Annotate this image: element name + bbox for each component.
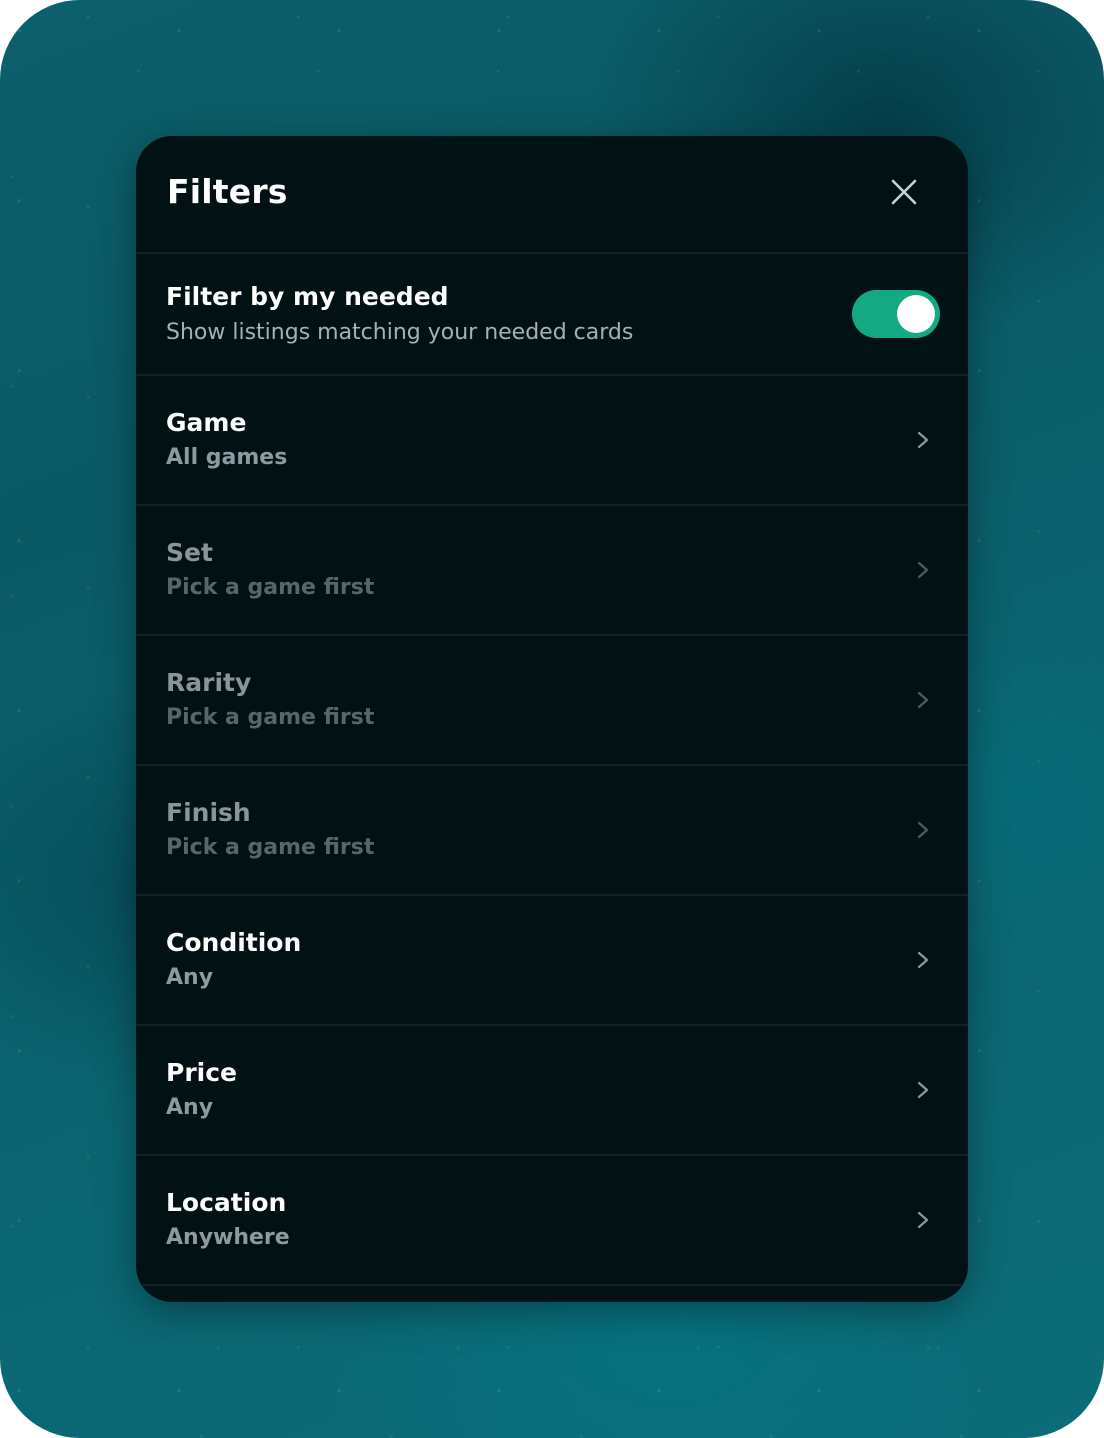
chevron-right-icon bbox=[914, 818, 932, 842]
filter-row-condition[interactable]: Condition Any bbox=[136, 896, 968, 1026]
filter-row-game[interactable]: Game All games bbox=[136, 376, 968, 506]
filter-row-title: Finish bbox=[166, 798, 251, 827]
close-icon bbox=[891, 179, 917, 205]
filter-row-finish: Finish Pick a game first bbox=[136, 766, 968, 896]
filter-row-title: Rarity bbox=[166, 668, 252, 697]
chevron-right-icon bbox=[914, 948, 932, 972]
chevron-right-icon bbox=[914, 1208, 932, 1232]
chevron-right-icon bbox=[914, 1078, 932, 1102]
panel-title: Filters bbox=[167, 172, 288, 211]
filter-row-title: Condition bbox=[166, 928, 302, 957]
filter-row-value: Pick a game first bbox=[166, 575, 375, 600]
filter-needed-subtitle: Show listings matching your needed cards bbox=[166, 320, 634, 345]
filter-row-value: Pick a game first bbox=[166, 705, 375, 730]
chevron-right-icon bbox=[914, 688, 932, 712]
filters-panel: Filters Filter by my needed Show listing… bbox=[136, 136, 968, 1302]
filter-needed-row[interactable]: Filter by my needed Show listings matchi… bbox=[136, 254, 968, 376]
filter-row-title: Game bbox=[166, 408, 247, 437]
filter-needed-toggle[interactable] bbox=[852, 290, 940, 338]
filter-row-value: Any bbox=[166, 965, 214, 990]
filter-row-set: Set Pick a game first bbox=[136, 506, 968, 636]
filter-row-title: Location bbox=[166, 1188, 287, 1217]
filter-list: Game All games Set Pick a game first Rarity P… bbox=[136, 376, 968, 1286]
close-button[interactable] bbox=[880, 168, 928, 216]
filter-row-value: All games bbox=[166, 445, 288, 470]
filter-row-value: Anywhere bbox=[166, 1225, 290, 1250]
filter-row-value: Any bbox=[166, 1095, 214, 1120]
filter-row-title: Set bbox=[166, 538, 213, 567]
filter-row-price[interactable]: Price Any bbox=[136, 1026, 968, 1156]
background-frame: Filters Filter by my needed Show listing… bbox=[0, 0, 1104, 1438]
panel-header: Filters bbox=[136, 136, 968, 254]
filter-row-location[interactable]: Location Anywhere bbox=[136, 1156, 968, 1286]
filter-row-rarity: Rarity Pick a game first bbox=[136, 636, 968, 766]
chevron-right-icon bbox=[914, 428, 932, 452]
chevron-right-icon bbox=[914, 558, 932, 582]
toggle-knob bbox=[897, 295, 935, 333]
filter-row-title: Price bbox=[166, 1058, 237, 1087]
filter-needed-title: Filter by my needed bbox=[166, 282, 449, 311]
filter-row-value: Pick a game first bbox=[166, 835, 375, 860]
